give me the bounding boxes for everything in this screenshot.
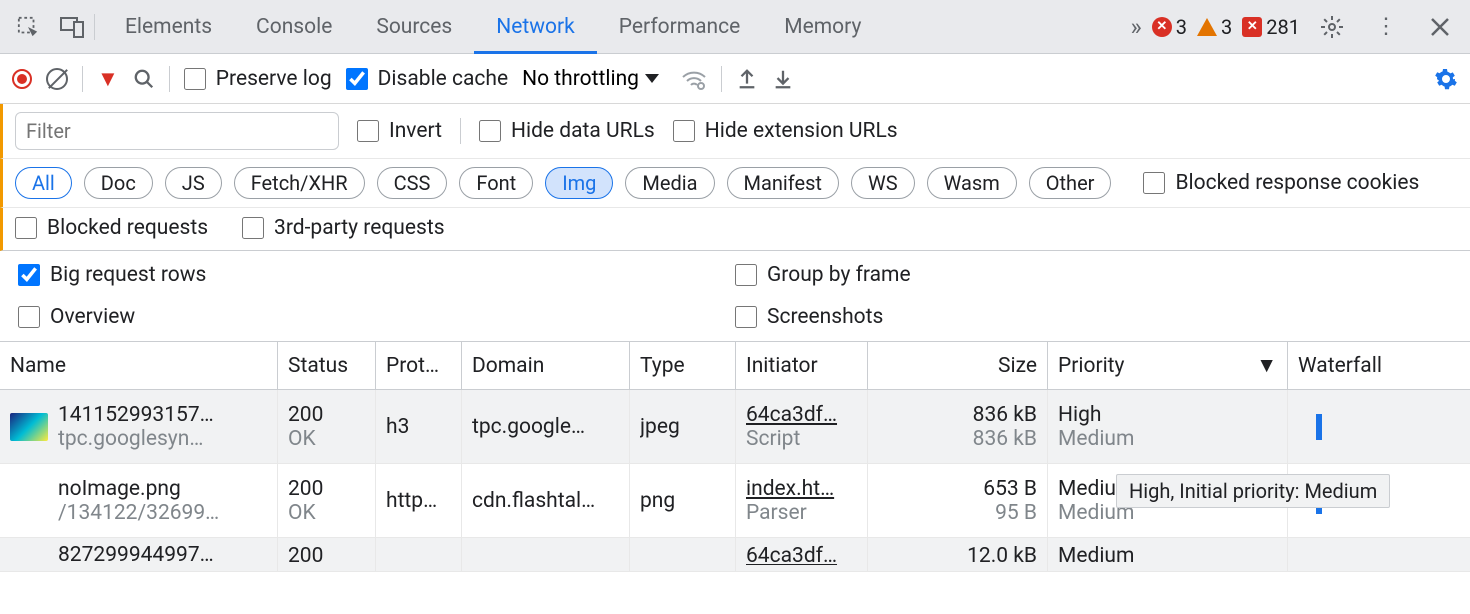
- settings-gear-icon[interactable]: [1310, 5, 1354, 49]
- request-rows: High, Initial priority: Medium 141152993…: [0, 390, 1470, 572]
- screenshots-checkbox[interactable]: Screenshots: [735, 303, 1452, 331]
- overview-checkbox[interactable]: Overview: [18, 303, 735, 331]
- request-path: /134122/32699…: [58, 501, 219, 525]
- pill-css[interactable]: CSS: [377, 167, 448, 199]
- network-toolbar: ▼ Preserve log Disable cache No throttli…: [0, 54, 1470, 104]
- pill-fetch-xhr[interactable]: Fetch/XHR: [234, 167, 365, 199]
- pill-all[interactable]: All: [15, 167, 72, 199]
- search-icon[interactable]: [133, 68, 155, 90]
- tab-console[interactable]: Console: [234, 0, 354, 53]
- col-status[interactable]: Status: [278, 342, 376, 389]
- clear-icon[interactable]: [46, 68, 68, 90]
- warning-count-badge[interactable]: 3: [1197, 15, 1232, 39]
- pill-img[interactable]: Img: [545, 167, 613, 199]
- col-size[interactable]: Size: [868, 342, 1048, 389]
- message-count-badge[interactable]: ✕281: [1242, 15, 1300, 39]
- more-tabs-icon[interactable]: »: [1131, 13, 1142, 41]
- network-settings-gear-icon[interactable]: [1434, 67, 1458, 91]
- device-toggle-icon[interactable]: [50, 5, 94, 49]
- group-by-frame-checkbox[interactable]: Group by frame: [735, 261, 1452, 289]
- pill-other[interactable]: Other: [1029, 167, 1112, 199]
- priority-tooltip: High, Initial priority: Medium: [1116, 474, 1390, 508]
- pill-font[interactable]: Font: [459, 167, 533, 199]
- request-name: 141152993157…: [58, 403, 214, 427]
- tab-elements[interactable]: Elements: [103, 0, 234, 53]
- inspect-icon[interactable]: [6, 5, 50, 49]
- pill-media[interactable]: Media: [625, 167, 714, 199]
- col-initiator[interactable]: Initiator: [736, 342, 868, 389]
- tab-network[interactable]: Network: [474, 0, 597, 53]
- table-row[interactable]: 141152993157…tpc.googlesyn…200OKh3tpc.go…: [0, 390, 1470, 464]
- table-header: Name Status Prot… Domain Type Initiator …: [0, 342, 1470, 390]
- devtools-tabs: ElementsConsoleSourcesNetworkPerformance…: [103, 0, 1131, 53]
- pill-manifest[interactable]: Manifest: [727, 167, 839, 199]
- resource-type-filter: All Doc JS Fetch/XHR CSS Font Img Media Manifest…: [0, 159, 1470, 208]
- initiator-link[interactable]: 64ca3df…: [746, 403, 857, 427]
- filter-funnel-icon[interactable]: ▼: [97, 66, 119, 92]
- view-options: Big request rows Group by frame Overview…: [0, 251, 1470, 342]
- waterfall-bar: [1316, 414, 1322, 440]
- tab-memory[interactable]: Memory: [762, 0, 883, 53]
- close-icon[interactable]: [1418, 5, 1462, 49]
- hide-data-urls-checkbox[interactable]: Hide data URLs: [479, 119, 655, 143]
- filter-bar: Invert Hide data URLs Hide extension URL…: [0, 104, 1470, 159]
- error-count-badge[interactable]: ✕3: [1152, 15, 1187, 39]
- preserve-log-checkbox[interactable]: Preserve log: [184, 67, 332, 91]
- network-conditions-icon[interactable]: [681, 67, 707, 91]
- download-har-icon[interactable]: [772, 68, 794, 90]
- tab-sources[interactable]: Sources: [354, 0, 474, 53]
- pill-ws[interactable]: WS: [851, 167, 915, 199]
- devtools-tab-bar: ElementsConsoleSourcesNetworkPerformance…: [0, 0, 1470, 54]
- blocked-requests-checkbox[interactable]: Blocked requests: [15, 216, 208, 240]
- disable-cache-checkbox[interactable]: Disable cache: [346, 67, 509, 91]
- pill-doc[interactable]: Doc: [84, 167, 153, 199]
- kebab-menu-icon[interactable]: ⋮: [1364, 5, 1408, 49]
- throttling-select[interactable]: No throttling: [522, 67, 667, 91]
- extra-filters: Blocked requests 3rd-party requests: [0, 208, 1470, 251]
- upload-har-icon[interactable]: [736, 68, 758, 90]
- request-name: 827299944997…: [58, 543, 214, 567]
- table-row[interactable]: 827299944997…20064ca3df…12.0 kBMedium: [0, 538, 1470, 572]
- col-type[interactable]: Type: [630, 342, 736, 389]
- initiator-link[interactable]: 64ca3df…: [746, 544, 857, 565]
- request-path: tpc.googlesyn…: [58, 427, 214, 451]
- record-icon[interactable]: [12, 69, 32, 89]
- request-name: noImage.png: [58, 477, 219, 501]
- col-waterfall[interactable]: Waterfall: [1288, 342, 1470, 389]
- col-name[interactable]: Name: [0, 342, 278, 389]
- big-request-rows-checkbox[interactable]: Big request rows: [18, 261, 735, 289]
- sort-indicator-icon: ▼: [1256, 354, 1277, 378]
- blocked-cookies-checkbox[interactable]: Blocked response cookies: [1143, 171, 1419, 195]
- tab-performance[interactable]: Performance: [597, 0, 762, 53]
- pill-js[interactable]: JS: [165, 167, 222, 199]
- invert-checkbox[interactable]: Invert: [357, 119, 442, 143]
- pill-wasm[interactable]: Wasm: [927, 167, 1017, 199]
- col-priority[interactable]: Priority▼: [1048, 342, 1288, 389]
- filter-input[interactable]: [15, 112, 339, 150]
- initiator-link[interactable]: index.ht…: [746, 477, 857, 501]
- request-thumbnail: [10, 413, 48, 441]
- hide-extension-urls-checkbox[interactable]: Hide extension URLs: [673, 119, 898, 143]
- third-party-checkbox[interactable]: 3rd-party requests: [242, 216, 444, 240]
- col-domain[interactable]: Domain: [462, 342, 630, 389]
- col-protocol[interactable]: Prot…: [376, 342, 462, 389]
